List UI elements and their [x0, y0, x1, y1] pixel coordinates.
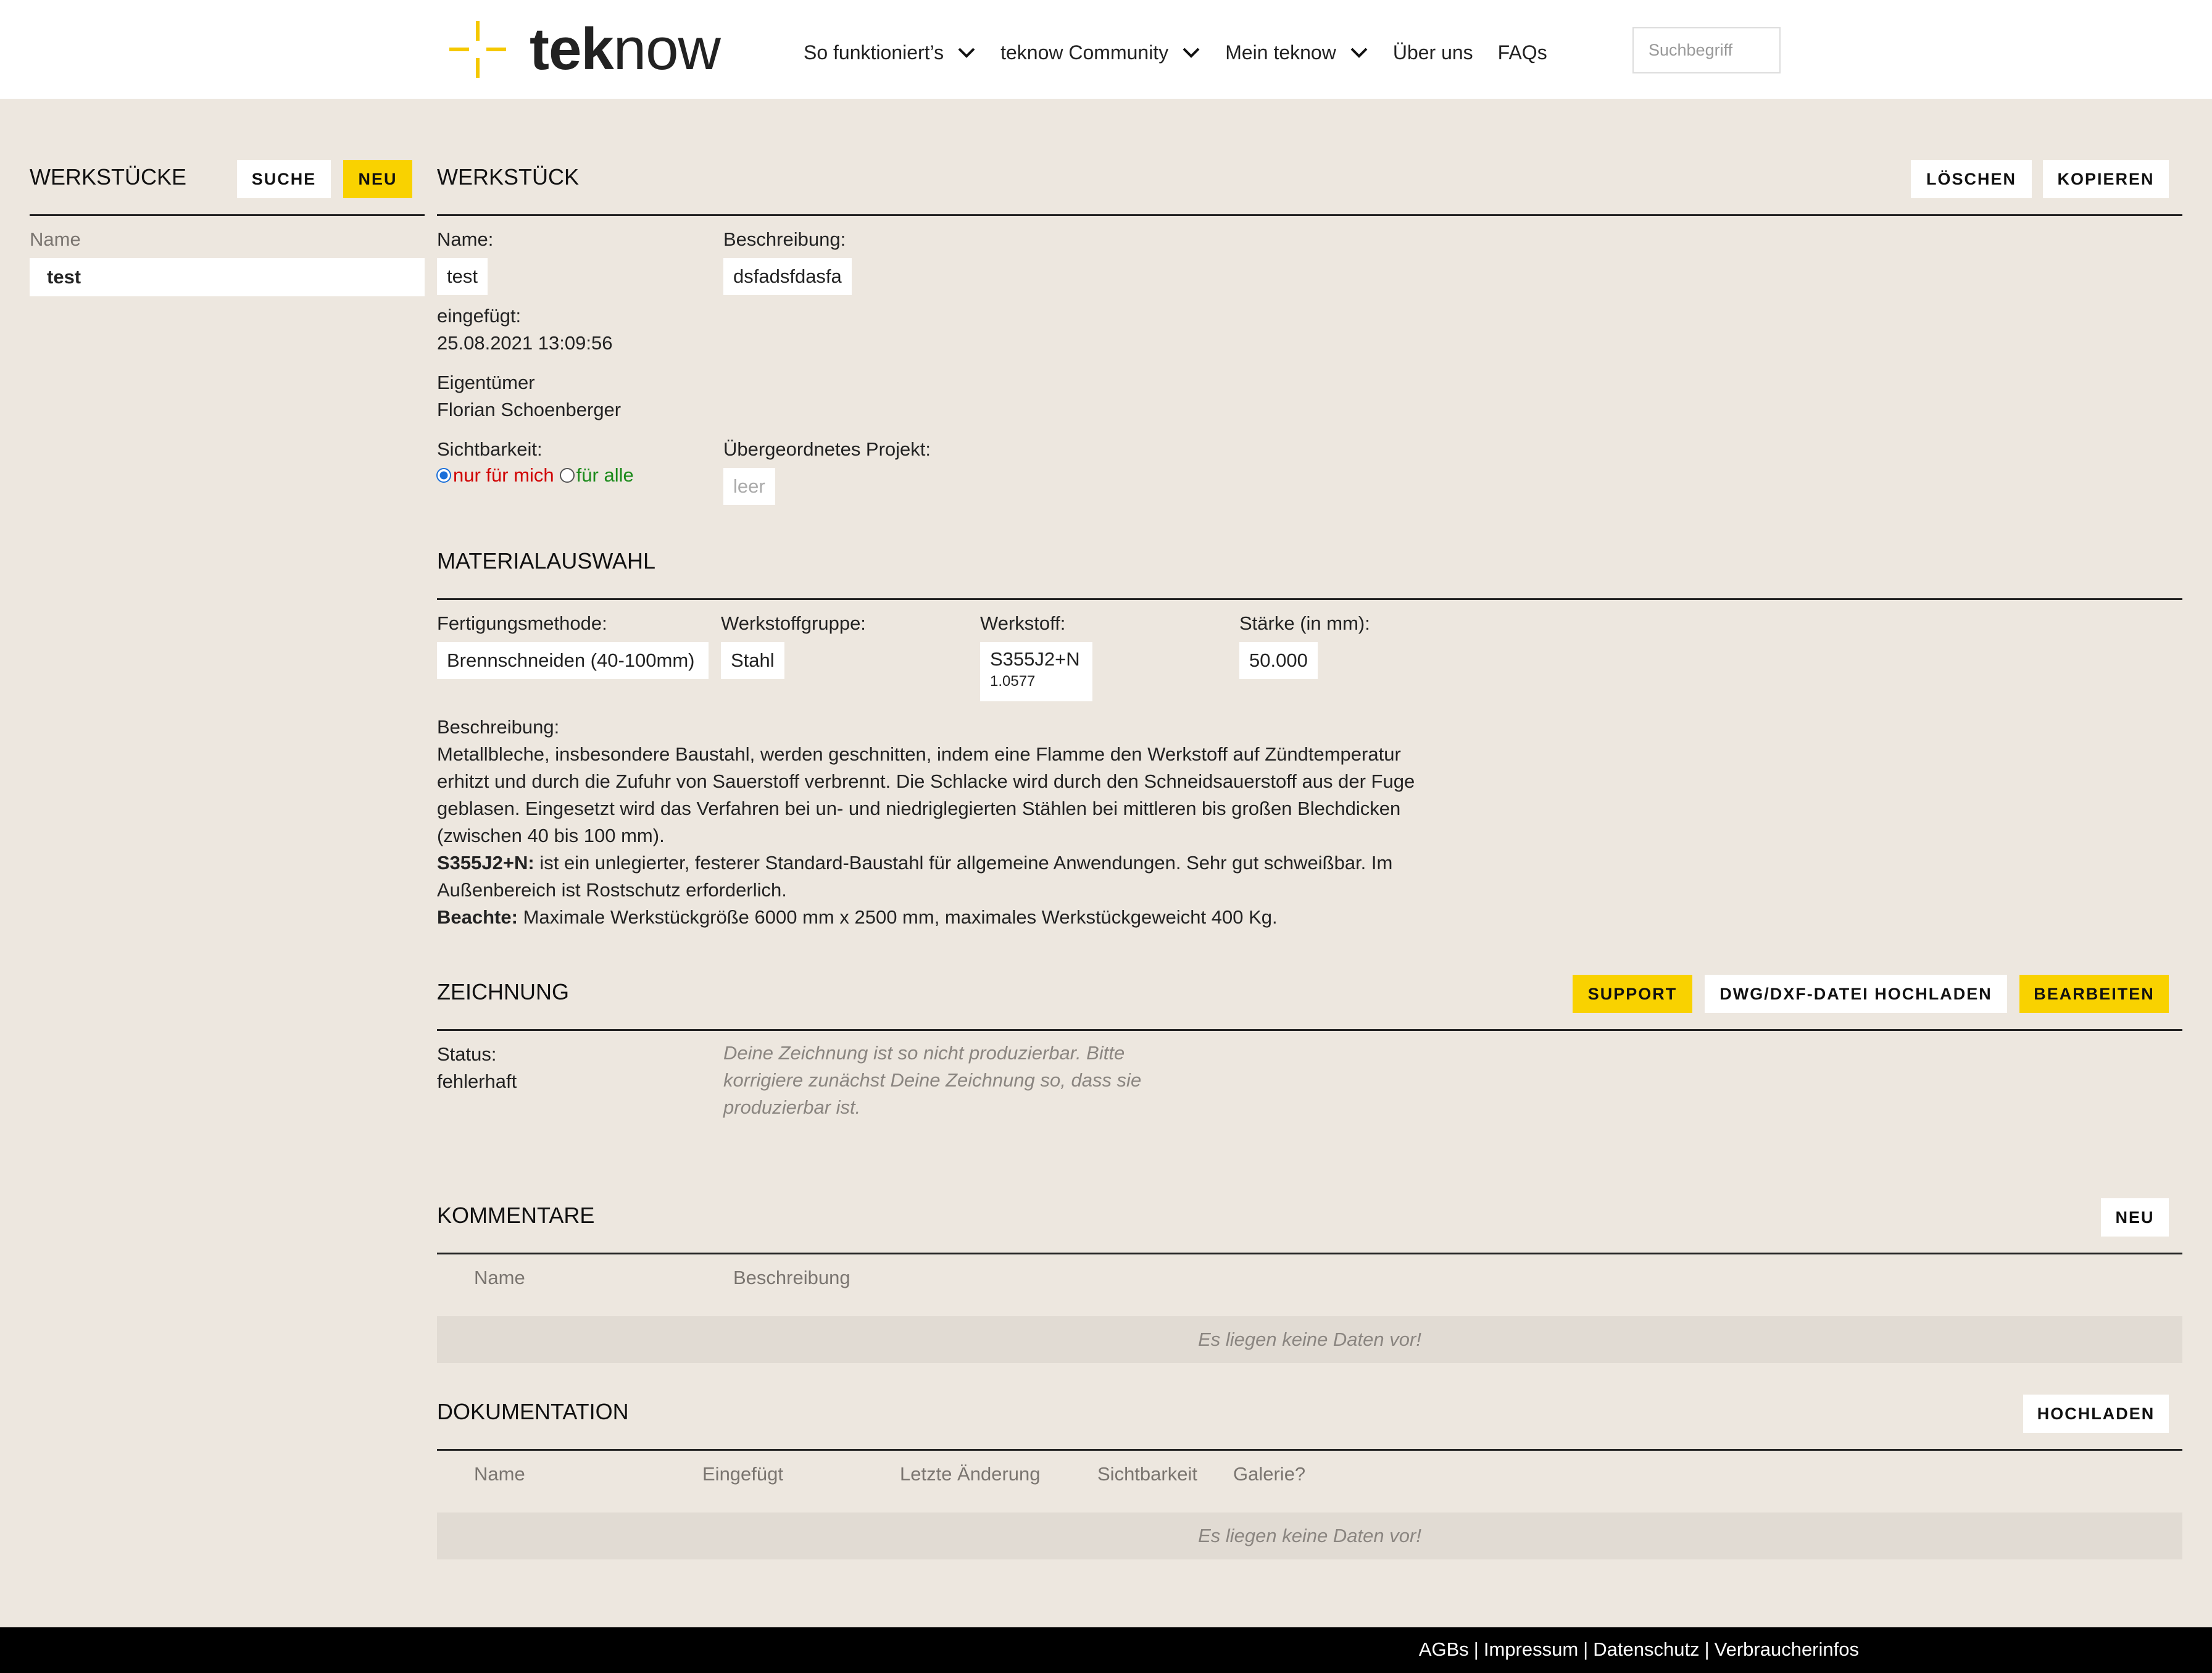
- visibility-radio-public[interactable]: [559, 467, 575, 483]
- visibility-radio-group: nur für mich für alle: [436, 464, 634, 486]
- sidebar-divider: [30, 214, 425, 216]
- comments-col-description[interactable]: Beschreibung: [733, 1267, 850, 1289]
- teknow-logo[interactable]: teknow: [449, 16, 721, 82]
- footer-link-agbs[interactable]: AGBs: [1419, 1638, 1469, 1661]
- material-title: MATERIALAUSWAHL: [437, 548, 656, 574]
- owner-label: Eigentümer: [437, 372, 535, 393]
- doc-col-last-change[interactable]: Letzte Änderung: [900, 1463, 1041, 1485]
- steel-name: S355J2+N:: [437, 852, 534, 874]
- nav-label: teknow Community: [1000, 41, 1169, 64]
- nav-label: FAQs: [1497, 41, 1547, 64]
- status-message: Deine Zeichnung ist so nicht produzierba…: [723, 1042, 1142, 1118]
- visibility-label: Sichtbarkeit:: [437, 438, 543, 460]
- material-divider: [437, 598, 2182, 600]
- new-comment-button[interactable]: NEU: [2101, 1198, 2169, 1237]
- inserted-label: eingefügt:: [437, 305, 522, 327]
- material-description: Beschreibung: Metallbleche, insbesondere…: [437, 714, 1449, 931]
- workpiece-divider: [437, 214, 2182, 216]
- doc-col-gallery[interactable]: Galerie?: [1233, 1463, 1305, 1485]
- footer-link-verbraucherinfos[interactable]: Verbraucherinfos: [1715, 1638, 1859, 1661]
- material-desc-text: Metallbleche, insbesondere Baustahl, wer…: [437, 743, 1415, 846]
- comments-col-name[interactable]: Name: [474, 1267, 525, 1289]
- parent-project-label: Übergeordnetes Projekt:: [723, 438, 931, 460]
- thickness-label: Stärke (in mm):: [1239, 612, 1370, 634]
- material-value-box: S355J2+N 1.0577: [980, 642, 1092, 701]
- description-label: Beschreibung:: [723, 228, 846, 250]
- material-group-value: Stahl: [721, 642, 784, 679]
- footer-separator: |: [1583, 1638, 1589, 1660]
- sidebar-search-button[interactable]: SUCHE: [237, 160, 331, 198]
- material-value: S355J2+N: [990, 648, 1080, 670]
- logo-wordmark: teknow: [530, 16, 721, 82]
- support-button[interactable]: SUPPORT: [1573, 975, 1692, 1013]
- sidebar-new-button[interactable]: NEU: [343, 160, 412, 198]
- nav-ueber-uns[interactable]: Über uns: [1393, 41, 1473, 64]
- footer-link-impressum[interactable]: Impressum: [1484, 1638, 1578, 1661]
- documentation-title: DOKUMENTATION: [437, 1399, 629, 1424]
- chevron-down-icon: [1350, 48, 1368, 58]
- upload-documentation-button[interactable]: HOCHLADEN: [2023, 1395, 2169, 1433]
- name-label: Name:: [437, 228, 494, 250]
- nav-faqs[interactable]: FAQs: [1498, 41, 1547, 64]
- parent-project-value[interactable]: leer: [723, 468, 775, 505]
- material-label: Werkstoff:: [980, 612, 1066, 634]
- search-input[interactable]: [1632, 27, 1781, 73]
- description-value: dsfadsfdasfa: [723, 258, 852, 295]
- footer-link-datenschutz[interactable]: Datenschutz: [1593, 1638, 1699, 1661]
- drawing-title: ZEICHNUNG: [437, 979, 569, 1004]
- note-label: Beachte:: [437, 906, 518, 928]
- documentation-divider: [437, 1449, 2182, 1451]
- comments-title: KOMMENTARE: [437, 1203, 595, 1228]
- steel-text: ist ein unlegierter, festerer Standard-B…: [437, 852, 1393, 901]
- visibility-option-public[interactable]: für alle: [576, 464, 634, 486]
- method-value: Brennschneiden (40-100mm): [437, 642, 709, 679]
- edit-drawing-button[interactable]: BEARBEITEN: [2019, 975, 2169, 1013]
- nav-label: So funktioniert’s: [804, 41, 944, 64]
- material-number: 1.0577: [990, 673, 1036, 690]
- drawing-divider: [437, 1029, 2182, 1031]
- main-nav: So funktioniert’s teknow Community Mein …: [804, 0, 1572, 105]
- steel-info: S355J2+N: ist ein unlegierter, festerer …: [437, 849, 1449, 904]
- comments-empty-row: Es liegen keine Daten vor!: [437, 1316, 2182, 1363]
- footer-separator: |: [1473, 1638, 1479, 1660]
- footer: AGBs | Impressum | Datenschutz | Verbrau…: [0, 1627, 2212, 1673]
- sidebar-title: WERKSTÜCKE: [30, 164, 187, 190]
- method-label: Fertigungsmethode:: [437, 612, 607, 634]
- delete-button[interactable]: LÖSCHEN: [1911, 160, 2032, 198]
- nav-label: Mein teknow: [1225, 41, 1336, 64]
- nav-label: Über uns: [1392, 41, 1473, 64]
- chevron-down-icon: [958, 48, 975, 58]
- note-text: Maximale Werkstückgröße 6000 mm x 2500 m…: [523, 906, 1278, 928]
- nav-teknow-community[interactable]: teknow Community: [1000, 41, 1200, 64]
- sidebar-column-name: Name: [30, 228, 81, 250]
- inserted-value: 25.08.2021 13:09:56: [437, 332, 613, 354]
- status-value: fehlerhaft: [437, 1070, 517, 1092]
- thickness-value: 50.000: [1239, 642, 1318, 679]
- doc-col-inserted[interactable]: Eingefügt: [702, 1463, 783, 1485]
- footer-links: AGBs | Impressum | Datenschutz | Verbrau…: [1419, 1638, 1859, 1661]
- name-value: test: [437, 258, 488, 295]
- comments-divider: [437, 1253, 2182, 1254]
- visibility-radio-private[interactable]: [436, 467, 452, 483]
- sidebar-list-item[interactable]: test: [30, 258, 425, 296]
- doc-col-name[interactable]: Name: [474, 1463, 525, 1485]
- nav-mein-teknow[interactable]: Mein teknow: [1225, 41, 1368, 64]
- owner-value: Florian Schoenberger: [437, 399, 622, 420]
- chevron-down-icon: [1183, 48, 1200, 58]
- workpiece-title: WERKSTÜCK: [437, 164, 580, 190]
- nav-so-funktionierts[interactable]: So funktioniert’s: [804, 41, 976, 64]
- status-label: Status:: [437, 1043, 497, 1065]
- footer-separator: |: [1704, 1638, 1710, 1660]
- top-navigation-bar: teknow So funktioniert’s teknow Communit…: [0, 0, 2212, 99]
- upload-drawing-button[interactable]: DWG/DXF-DATEI HOCHLADEN: [1705, 975, 2007, 1013]
- material-group-label: Werkstoffgruppe:: [721, 612, 866, 634]
- documentation-empty-row: Es liegen keine Daten vor!: [437, 1512, 2182, 1559]
- visibility-option-private[interactable]: nur für mich: [453, 464, 554, 486]
- doc-col-visibility[interactable]: Sichtbarkeit: [1097, 1463, 1197, 1485]
- note-info: Beachte: Maximale Werkstückgröße 6000 mm…: [437, 904, 1449, 931]
- copy-button[interactable]: KOPIEREN: [2043, 160, 2169, 198]
- material-desc-label: Beschreibung:: [437, 716, 560, 738]
- crosshair-logo-icon: [449, 21, 506, 78]
